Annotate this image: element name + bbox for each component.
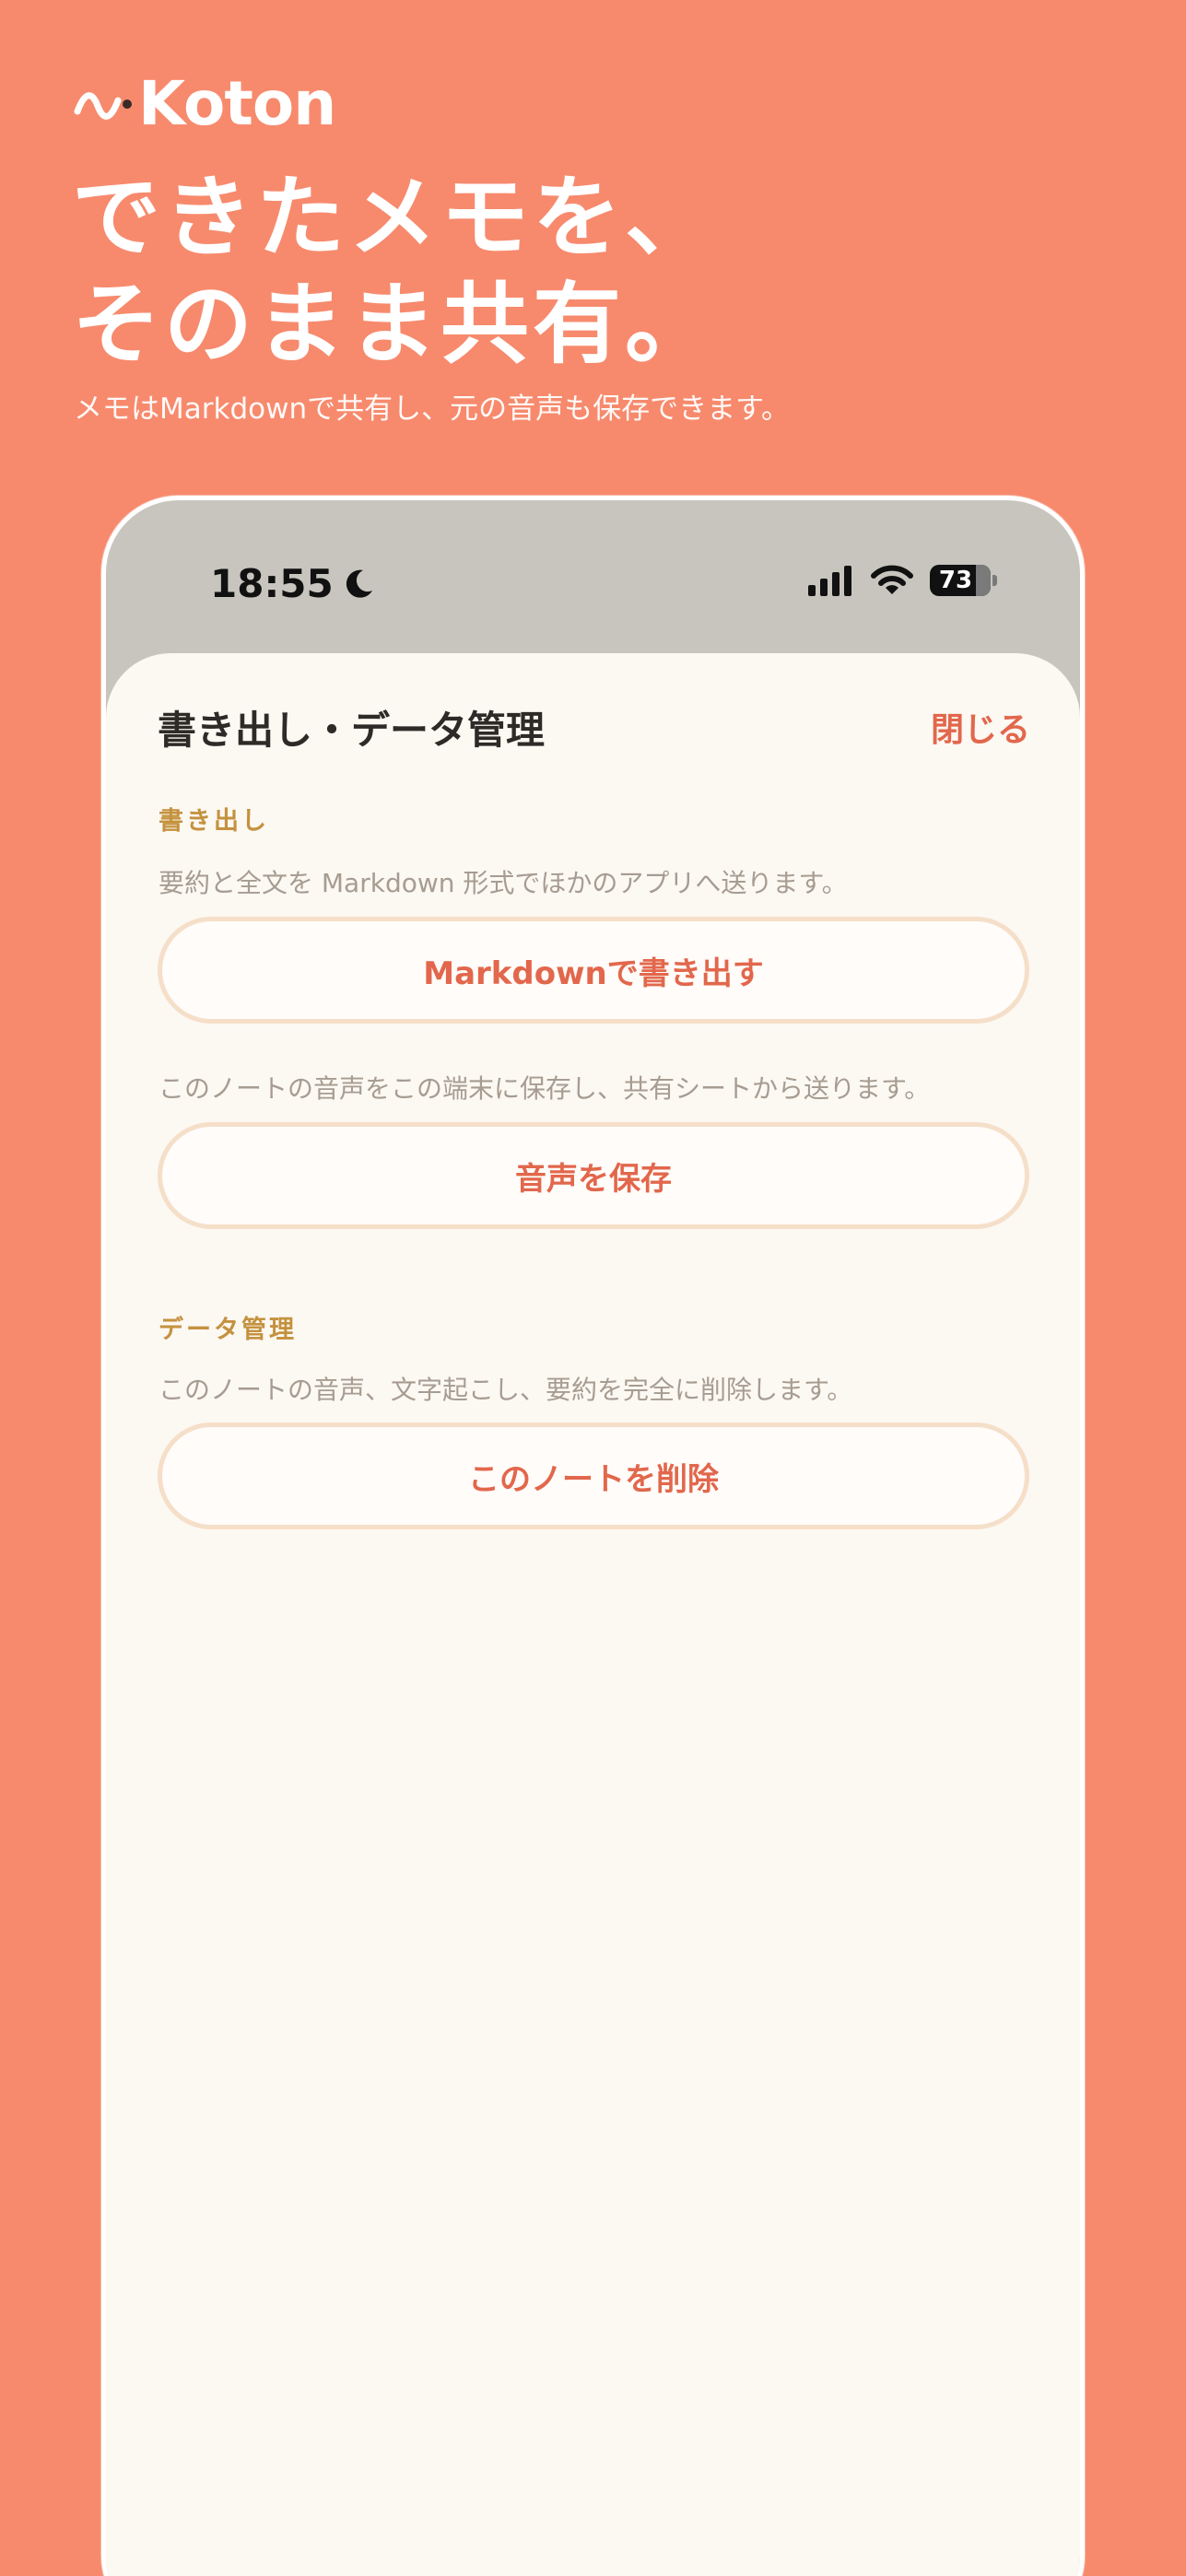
battery-icon: 73 xyxy=(930,565,991,596)
status-indicators: 73 xyxy=(806,565,997,596)
headline-line-1: できたメモを、 xyxy=(72,166,717,269)
moon-icon xyxy=(346,569,372,598)
status-bar: 18:55 73 xyxy=(106,500,1080,657)
data-section-label: データ管理 xyxy=(159,1316,297,1344)
battery-level: 73 xyxy=(938,567,973,594)
cellular-signal-icon xyxy=(808,566,851,596)
sheet-title: 書き出し・データ管理 xyxy=(158,708,546,753)
export-sheet: 書き出し・データ管理 閉じる 書き出し 要約と全文を Markdown 形式でほ… xyxy=(106,653,1080,2576)
audio-description: このノートの音声をこの端末に保存し、共有シートから送ります。 xyxy=(159,1073,931,1104)
battery-cap xyxy=(992,575,997,586)
subline: メモはMarkdownで共有し、元の音声も保存できます。 xyxy=(74,392,790,426)
markdown-description: 要約と全文を Markdown 形式でほかのアプリへ送ります。 xyxy=(159,868,848,898)
brand-logo: Koton xyxy=(74,68,336,139)
wifi-icon xyxy=(871,565,913,594)
delete-note-button[interactable]: このノートを削除 xyxy=(158,1423,1029,1529)
export-section-label: 書き出し xyxy=(159,807,269,836)
headline: できたメモを、 そのまま共有。 xyxy=(72,164,717,378)
status-time: 18:55 xyxy=(210,561,376,606)
headline-line-2: そのまま共有。 xyxy=(72,273,717,376)
promo-page: Koton できたメモを、 そのまま共有。 メモはMarkdownで共有し、元の… xyxy=(0,0,1186,2576)
export-markdown-button[interactable]: Markdownで書き出す xyxy=(158,917,1029,1024)
save-audio-button[interactable]: 音声を保存 xyxy=(158,1122,1029,1229)
brand-name: Koton xyxy=(138,68,336,139)
wave-logo-icon xyxy=(74,92,132,120)
status-time-text: 18:55 xyxy=(210,561,334,606)
close-button[interactable]: 閉じる xyxy=(931,703,1030,751)
phone-frame: 18:55 73 書き出し・データ管理 閉じる 書き出し 要約と全文を Mark… xyxy=(101,496,1085,2576)
delete-description: このノートの音声、文字起こし、要約を完全に削除します。 xyxy=(159,1375,853,1405)
